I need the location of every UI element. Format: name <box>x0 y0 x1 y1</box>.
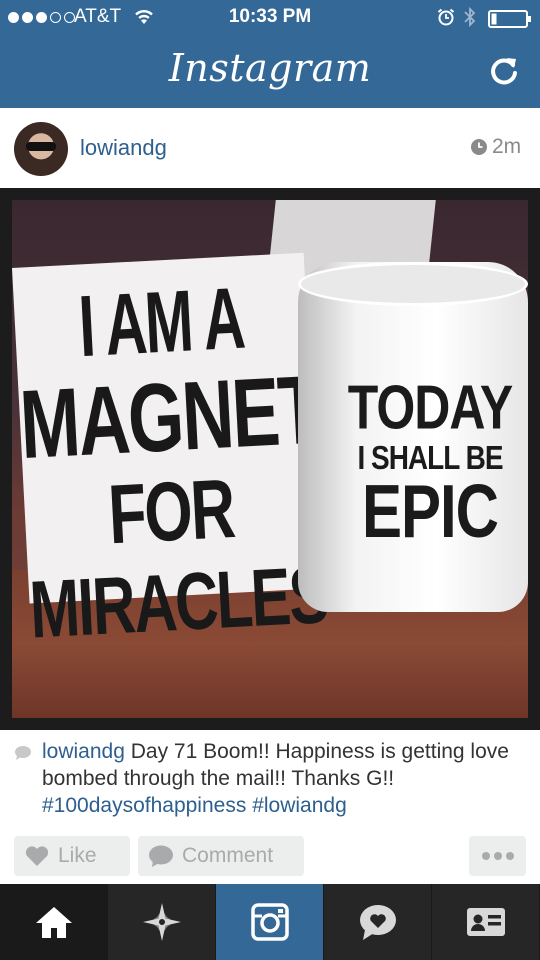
explore-icon <box>142 903 181 941</box>
post-actions: Like Comment <box>0 836 540 878</box>
card-line: MAGNET <box>17 356 323 481</box>
post-username[interactable]: lowiandg <box>80 135 167 161</box>
dot-icon <box>505 852 514 860</box>
hashtag-link[interactable]: #100daysofhappiness <box>42 794 246 817</box>
tab-explore[interactable] <box>108 884 216 960</box>
bluetooth-icon <box>464 6 476 28</box>
mug-line: TODAY <box>347 372 514 442</box>
status-time: 10:33 PM <box>228 6 312 27</box>
comment-label: Comment <box>182 844 274 867</box>
post-time-label: 2m <box>492 135 522 158</box>
nav-bar: Instagram <box>0 36 540 108</box>
tab-camera[interactable] <box>216 884 324 960</box>
dot-icon <box>493 852 502 860</box>
news-icon <box>359 905 396 940</box>
card-line: MIRACLES <box>27 548 330 655</box>
like-label: Like <box>58 844 97 867</box>
top-bar: AT&T 10:33 PM Instagram <box>0 0 540 108</box>
caption-username[interactable]: lowiandg <box>42 740 125 763</box>
battery-icon <box>488 10 531 28</box>
comment-button[interactable]: Comment <box>138 836 304 876</box>
tab-home[interactable] <box>0 884 108 960</box>
clock-icon <box>471 139 487 155</box>
hashtag-link[interactable]: #lowiandg <box>252 794 347 817</box>
post-caption: lowiandg Day 71 Boom!! Happiness is gett… <box>14 738 528 819</box>
caption-bubble-icon <box>15 746 31 760</box>
tab-profile[interactable] <box>432 884 540 960</box>
post-timestamp: 2m <box>470 135 521 159</box>
like-button[interactable]: Like <box>14 836 130 876</box>
avatar[interactable] <box>14 122 68 176</box>
comment-icon <box>149 845 173 867</box>
tab-news[interactable] <box>324 884 432 960</box>
home-icon <box>35 907 72 938</box>
dot-icon <box>481 852 490 860</box>
post-photo[interactable]: I AM A MAGNET FOR MIRACLES TODAY I SHALL… <box>12 200 528 718</box>
more-options-button[interactable] <box>469 836 526 876</box>
app-logo: Instagram <box>168 46 372 90</box>
post-header: lowiandg 2m <box>0 108 540 188</box>
status-bar: AT&T 10:33 PM <box>0 0 540 36</box>
mug: TODAY I SHALL BE EPIC <box>298 262 528 612</box>
magnet-card: I AM A MAGNET FOR MIRACLES <box>12 252 329 655</box>
profile-icon <box>466 908 505 936</box>
tab-bar <box>0 884 540 960</box>
mug-line: EPIC <box>361 469 499 554</box>
card-line: I AM A <box>76 269 246 376</box>
photo-frame: I AM A MAGNET FOR MIRACLES TODAY I SHALL… <box>0 188 540 730</box>
mug-rim <box>298 262 528 306</box>
card-line: FOR <box>106 462 236 562</box>
alarm-icon <box>437 8 455 26</box>
refresh-icon[interactable] <box>487 54 521 88</box>
heart-icon <box>25 846 49 866</box>
camera-icon <box>250 903 289 941</box>
